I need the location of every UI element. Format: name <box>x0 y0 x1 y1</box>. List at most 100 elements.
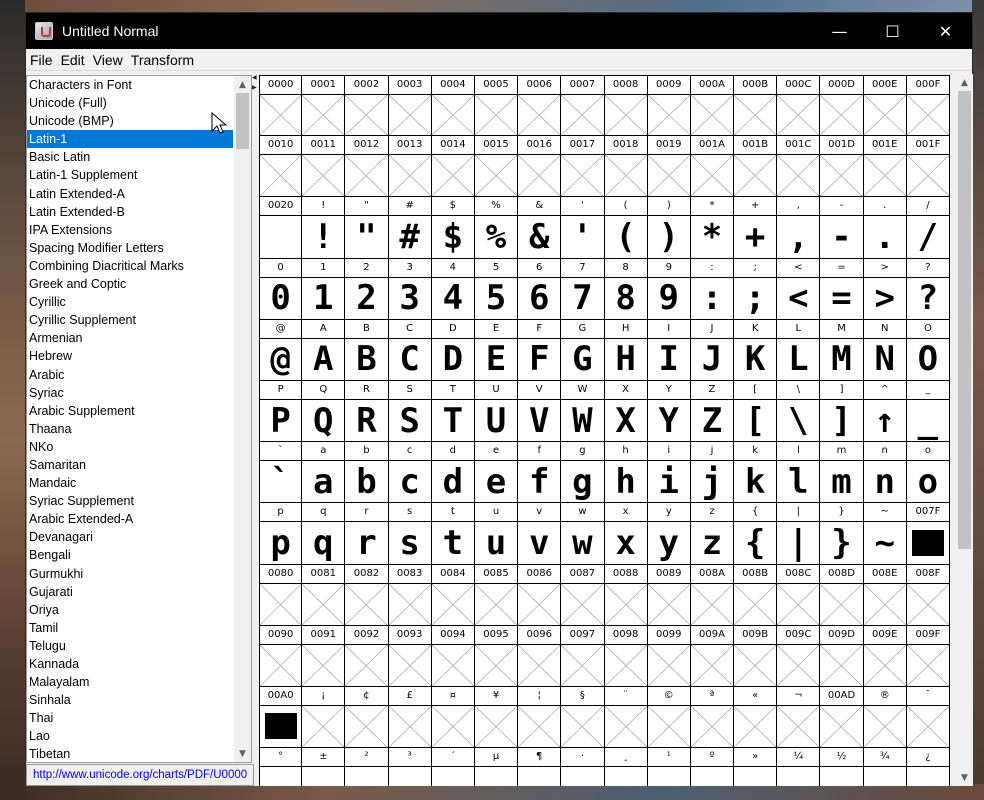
glyph-cell[interactable]: $ $ <box>431 197 475 259</box>
glyph-cell[interactable]: uu <box>474 503 519 565</box>
glyph-cell[interactable]: * * <box>690 197 735 259</box>
glyph-cell[interactable]: SS <box>388 380 432 443</box>
glyph-cell[interactable]: µ <box>474 748 519 786</box>
block-item[interactable]: Spacing Modifier Letters <box>27 239 233 257</box>
glyph-cell[interactable]: 22 <box>345 258 389 320</box>
glyph-cell[interactable]: 0005 <box>474 75 519 137</box>
glyph-cell[interactable]: NN <box>863 319 907 381</box>
glyph-cell[interactable]: 008E <box>863 564 907 626</box>
glyph-cell[interactable]: ]] <box>820 380 864 443</box>
menu-view[interactable]: View <box>89 52 127 68</box>
glyph-cell[interactable]: QQ <box>302 380 346 443</box>
glyph-cell[interactable]: ³ <box>388 748 432 786</box>
block-item[interactable]: Gurmukhi <box>27 565 233 583</box>
glyph-cell[interactable]: 008D <box>820 564 864 626</box>
block-item[interactable]: Armenian <box>27 329 233 347</box>
glyph-cell[interactable]: 0020 <box>259 197 303 259</box>
glyph-cell[interactable]: 0001 <box>302 75 346 137</box>
glyph-cell[interactable]: _ _ <box>906 380 950 443</box>
glyph-cell[interactable]: ¿ <box>906 748 950 786</box>
block-item[interactable]: Unicode (Full) <box>27 94 233 112</box>
glyph-cell[interactable]: RR <box>345 380 389 443</box>
glyph-cell[interactable]: rr <box>345 503 389 565</box>
glyph-cell[interactable]: ¢ <box>345 686 389 749</box>
glyph-cell[interactable]: WW <box>561 380 605 443</box>
glyph-cell[interactable]: 0099 <box>647 625 691 687</box>
glyph-cell[interactable]: 001A <box>690 136 735 198</box>
glyph-cell[interactable]: CC <box>388 319 432 381</box>
block-item[interactable]: Basic Latin <box>27 148 233 166</box>
glyph-cell[interactable]: BB <box>345 319 389 381</box>
glyph-cell[interactable]: ii <box>647 442 691 504</box>
glyph-cell[interactable]: + + <box>734 197 778 259</box>
glyph-cell[interactable]: )) <box>647 197 691 259</box>
glyph-cell[interactable]: # # <box>388 197 432 259</box>
glyph-cell[interactable]: 11 <box>302 258 346 320</box>
glyph-cell[interactable]: GG <box>561 319 605 381</box>
glyph-cell[interactable]: TT <box>431 380 475 443</box>
block-item[interactable]: Samaritan <box>27 456 233 474</box>
block-url-link[interactable]: http://www.unicode.org/charts/PDF/U0000 <box>27 765 253 785</box>
glyph-cell[interactable]: 0082 <box>345 564 389 626</box>
glyph-cell[interactable]: oo <box>906 442 950 504</box>
menu-edit[interactable]: Edit <box>57 52 89 68</box>
glyph-cell[interactable]: 0016 <box>518 136 562 198</box>
block-url-field[interactable]: http://www.unicode.org/charts/PDF/U0000 <box>26 764 254 786</box>
glyph-cell[interactable]: 0096 <box>518 625 562 687</box>
glyph-cell[interactable]: 0013 <box>388 136 432 198</box>
glyph-cell[interactable]: ll <box>777 442 821 504</box>
block-item[interactable]: Hebrew <box>27 347 233 365</box>
glyph-cell[interactable]: 77 <box>561 258 605 320</box>
maximize-button[interactable]: ☐ <box>866 13 919 49</box>
glyph-cell[interactable]: 44 <box>431 258 475 320</box>
block-item[interactable]: Mandaic <box>27 474 233 492</box>
glyph-cell[interactable]: 0080 <box>259 564 303 626</box>
glyph-cell[interactable]: 008C <box>777 564 821 626</box>
glyph-cell[interactable]: 00A0 <box>259 686 303 749</box>
glyph-cell[interactable]: 0008 <box>604 75 648 137</box>
block-item[interactable]: Bengali <box>27 546 233 564</box>
glyph-cell[interactable]: 99 <box>647 258 691 320</box>
glyph-cell[interactable]: OO <box>906 319 950 381</box>
block-item[interactable]: Tibetan <box>27 745 233 762</box>
block-item[interactable]: Latin-1 Supplement <box>27 166 233 184</box>
glyph-cell[interactable]: 009E <box>863 625 907 687</box>
block-item[interactable]: Telugu <box>27 637 233 655</box>
glyph-cell[interactable]: 009A <box>690 625 735 687</box>
block-item[interactable]: Characters in Font <box>27 76 233 94</box>
glyph-cell[interactable]: 0081 <box>302 564 346 626</box>
block-item[interactable]: NKo <box>27 438 233 456</box>
glyph-cell[interactable]: ¤ <box>431 686 475 749</box>
glyph-cell[interactable]: jj <box>690 442 735 504</box>
glyph-cell[interactable]: mm <box>820 442 864 504</box>
glyph-cell[interactable]: 0009 <box>647 75 691 137</box>
glyph-cell[interactable]: 0014 <box>431 136 475 198</box>
block-item[interactable]: Thai <box>27 709 233 727</box>
glyph-cell[interactable]: 007F <box>906 503 950 565</box>
glyph-cell[interactable]: ± <box>302 748 346 786</box>
glyph-cell[interactable]: 000E <box>863 75 907 137</box>
glyph-cell[interactable]: AA <box>302 319 346 381</box>
glyph-cell[interactable]: ´ <box>431 748 475 786</box>
block-item[interactable]: Latin-1 <box>27 130 233 149</box>
glyph-cell[interactable]: cc <box>388 442 432 504</box>
block-item[interactable]: Cyrillic Supplement <box>27 311 233 329</box>
glyph-cell[interactable]: 66 <box>518 258 562 320</box>
glyph-cell[interactable]: tt <box>431 503 475 565</box>
glyph-cell[interactable]: DD <box>431 319 475 381</box>
block-list-scrollbar[interactable]: ▲ ▼ <box>234 76 251 762</box>
scroll-up-icon[interactable]: ▲ <box>956 74 973 91</box>
glyph-cell[interactable]: 009D <box>820 625 864 687</box>
glyph-cell[interactable]: ~ ~ <box>863 503 907 565</box>
glyph-cell[interactable]: 0015 <box>474 136 519 198</box>
glyph-cell[interactable]: (( <box>604 197 648 259</box>
block-item[interactable]: Latin Extended-A <box>27 185 233 203</box>
block-item[interactable]: Combining Diacritical Marks <box>27 257 233 275</box>
block-item[interactable]: Oriya <box>27 601 233 619</box>
glyph-cell[interactable]: ² <box>345 748 389 786</box>
glyph-cell[interactable]: 0098 <box>604 625 648 687</box>
glyph-cell[interactable]: ;; <box>734 258 778 320</box>
glyph-cell[interactable]: ?? <box>906 258 950 320</box>
glyph-cell[interactable]: § <box>561 686 605 749</box>
glyph-cell[interactable]: & & <box>518 197 562 259</box>
